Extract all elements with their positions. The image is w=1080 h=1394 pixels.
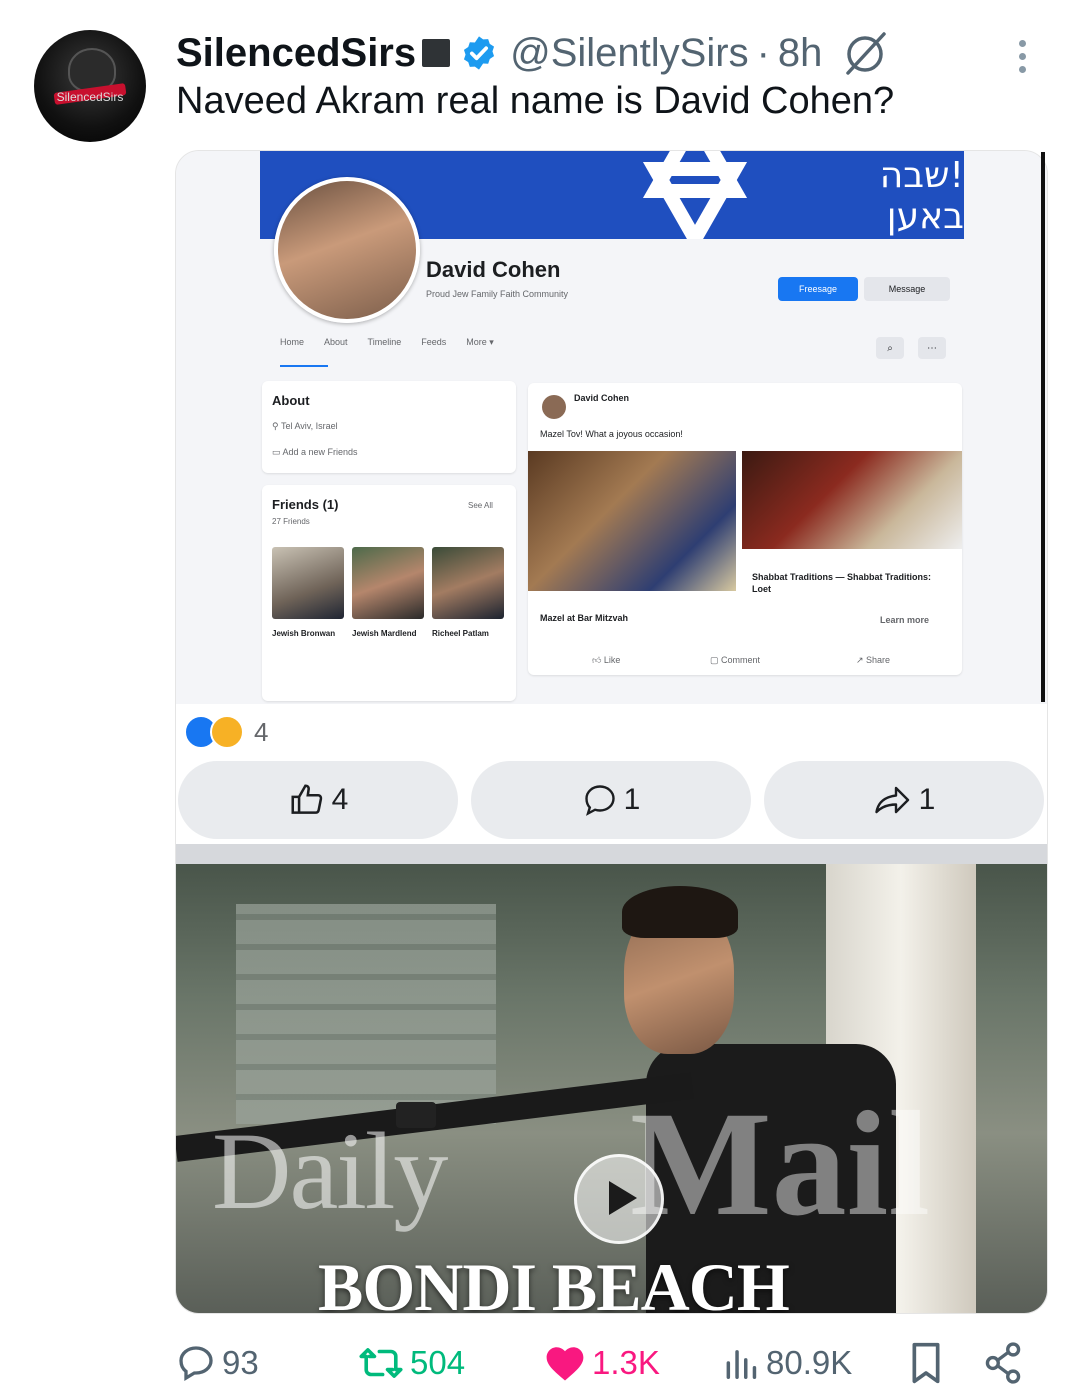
- fb-message-button: Message: [864, 277, 950, 301]
- like-count: 1.3K: [592, 1344, 660, 1381]
- fb-about-add: ▭ Add a new Friends: [272, 447, 358, 457]
- black-square-emoji: [422, 39, 451, 67]
- fb-like-action: 👍︎ Like: [592, 655, 621, 665]
- share-arrow-icon: [874, 786, 909, 814]
- fb-primary-button: Freesage: [778, 277, 858, 301]
- fb-post-avatar: [542, 395, 566, 419]
- fb-profile-subtitle: Proud Jew Family Faith Community: [426, 289, 569, 299]
- share-icon: [985, 1342, 1021, 1384]
- fb-tab: About: [324, 337, 348, 347]
- wow-reaction-icon: [210, 715, 244, 749]
- facebook-screenshot: !שבה באען David Cohen Proud Jew Family F…: [176, 151, 1047, 704]
- fb-share-label: Share: [866, 655, 891, 665]
- fb-friend-name: Jewish Bronwan: [272, 629, 336, 638]
- fb-link-title: Shabbat Traditions — Shabbat Traditions:…: [752, 572, 932, 594]
- fb-like-count: 4: [331, 783, 349, 816]
- views-button[interactable]: 80.9K: [722, 1336, 852, 1390]
- fb-profile-photo: [274, 177, 420, 323]
- fb-share-pill: 1: [764, 761, 1044, 839]
- fb-friend-name: Jewish Mardlend: [352, 629, 417, 638]
- person-hair: [622, 886, 738, 938]
- background-building: [236, 904, 496, 1124]
- fb-friends-title: Friends (1): [272, 497, 339, 512]
- fb-about-card: About ⚲ Tel Aviv, Israel ▭ Add a new Fri…: [262, 381, 516, 473]
- fb-add-friends-text: Add a new Friends: [282, 447, 358, 457]
- tweet-header: SilencedSirs @SilentlySirs · 8h: [176, 28, 890, 78]
- fb-tab: Feeds: [421, 337, 447, 347]
- fb-friend-photo: [272, 547, 344, 619]
- fb-reactions: 4: [184, 715, 268, 749]
- repost-button[interactable]: 504: [358, 1336, 465, 1390]
- fb-tab-underline: [280, 365, 328, 367]
- fb-friends-count: 27 Friends: [272, 517, 310, 526]
- fb-learn-more: Learn more: [880, 615, 930, 625]
- separator-dot: ·: [756, 30, 770, 75]
- view-count: 80.9K: [766, 1344, 853, 1381]
- fb-location-text: Tel Aviv, Israel: [280, 421, 338, 431]
- fb-about-location: ⚲ Tel Aviv, Israel: [272, 421, 338, 431]
- fb-friend-photo: [432, 547, 504, 619]
- fb-about-title: About: [272, 393, 310, 408]
- views-icon: [726, 1350, 757, 1379]
- fb-profile-name: David Cohen: [426, 257, 561, 282]
- repost-icon: [359, 1348, 403, 1378]
- heart-icon: [546, 1347, 584, 1381]
- fb-comment-action: ▢ Comment: [710, 655, 761, 665]
- video-caption: BONDI BEACH: [318, 1249, 790, 1313]
- fb-comment-count: 1: [623, 783, 641, 816]
- watermark-mail: Mail: [630, 1081, 930, 1247]
- bookmark-icon: [912, 1342, 940, 1384]
- play-button-icon[interactable]: [574, 1154, 664, 1244]
- star-of-david-icon: [642, 151, 748, 239]
- fb-reaction-count: 4: [254, 716, 269, 747]
- fb-tab: More ▾: [466, 337, 494, 347]
- fb-see-all: See All: [468, 501, 493, 510]
- fb-share-action: ↗ Share: [856, 655, 891, 665]
- thumbs-up-icon: [291, 784, 322, 814]
- fb-tab: Timeline: [367, 337, 402, 347]
- fb-share-count: 1: [918, 783, 936, 816]
- fb-friend-photo: [352, 547, 424, 619]
- avatar-logo-text: SilencedSirs: [56, 90, 124, 104]
- fb-post-author: David Cohen: [574, 393, 630, 403]
- fb-like-label: Like: [603, 655, 621, 665]
- screenshot-edge: [1041, 152, 1045, 702]
- reply-button[interactable]: 93: [176, 1336, 259, 1390]
- fb-post-caption: Mazel at Bar Mitzvah: [540, 613, 629, 623]
- fb-more-icon: ⋯: [918, 337, 946, 359]
- fb-post-text: Mazel Tov! What a joyous occasion!: [540, 429, 683, 439]
- fb-search-icon: ⌕: [876, 337, 904, 359]
- grok-icon[interactable]: [840, 28, 890, 78]
- fb-tabs: Home About Timeline Feeds More ▾: [280, 337, 494, 348]
- verified-badge-icon: [464, 36, 495, 70]
- fb-like-pill: 4: [178, 761, 458, 839]
- fb-comment-pill: 1: [471, 761, 751, 839]
- fb-post-photo-bar-mitzvah: [528, 451, 736, 591]
- reply-icon: [179, 1346, 213, 1381]
- banner-hebrew-text: !שבה באען: [879, 155, 964, 237]
- share-button[interactable]: [982, 1336, 1030, 1390]
- video-thumbnail[interactable]: Daily Mail BONDI BEACH: [176, 864, 1047, 1313]
- bookmark-button[interactable]: [906, 1336, 952, 1390]
- like-button[interactable]: 1.3K: [544, 1336, 660, 1390]
- media-divider: [176, 844, 1047, 864]
- author-handle[interactable]: @SilentlySirs: [510, 31, 748, 76]
- author-avatar[interactable]: SilencedSirs: [34, 30, 146, 142]
- tweet-media[interactable]: !שבה באען David Cohen Proud Jew Family F…: [175, 150, 1048, 1314]
- reply-count: 93: [222, 1344, 259, 1381]
- tweet-timestamp[interactable]: 8h: [778, 31, 823, 76]
- comment-bubble-icon: [584, 785, 615, 816]
- fb-post-photo-shabbat: [742, 451, 962, 549]
- fb-tab: Home: [280, 337, 305, 347]
- fb-comment-label: Comment: [721, 655, 761, 665]
- author-display-name[interactable]: SilencedSirs: [176, 31, 416, 76]
- tweet-text: Naveed Akram real name is David Cohen?: [176, 80, 895, 122]
- repost-count: 504: [410, 1344, 466, 1381]
- more-options-icon[interactable]: [1010, 36, 1034, 76]
- watermark-daily: Daily: [212, 1110, 448, 1232]
- fb-friend-name: Richeel Patlam: [432, 629, 489, 638]
